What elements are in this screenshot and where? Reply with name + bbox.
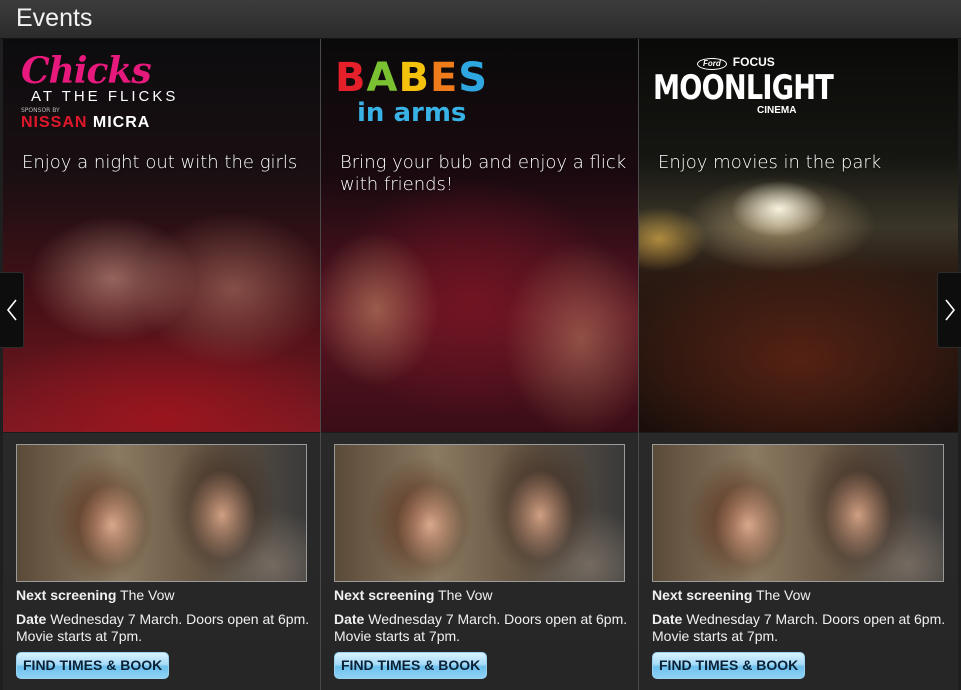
date-label: Date — [334, 611, 365, 627]
date-line: Date Wednesday 7 March. Doors open at 6p… — [334, 611, 634, 628]
date-text: Wednesday 7 March. Doors open at 6pm. — [686, 611, 946, 627]
event-tagline: Enjoy a night out with the girls — [22, 152, 298, 173]
carousel-prev-button[interactable] — [0, 272, 24, 348]
movie-title: The Vow — [120, 587, 175, 603]
event-tagline: Bring your bub and enjoy a flick with fr… — [340, 152, 627, 195]
date-line: Date Wednesday 7 March. Doors open at 6p… — [16, 611, 316, 628]
event-card-chicks-at-the-flicks: Chicks AT THE FLICKS SPONSOR BY NISSAN M… — [3, 39, 321, 690]
chevron-left-icon — [6, 299, 17, 321]
logo-title: BABES — [335, 57, 525, 99]
logo-subtitle: AT THE FLICKS — [31, 88, 179, 105]
next-screening-line: Next screening The Vow — [652, 587, 952, 604]
logo-letter: A — [366, 55, 399, 101]
divider — [321, 432, 638, 433]
logo-letter: B — [335, 55, 367, 101]
movie-thumbnail[interactable] — [652, 444, 944, 582]
date-label: Date — [652, 611, 683, 627]
start-time: Movie starts at 7pm. — [16, 628, 143, 644]
date-line: Date Wednesday 7 March. Doors open at 6p… — [652, 611, 952, 628]
logo-letter: S — [458, 55, 489, 101]
next-screening-label: Next screening — [334, 587, 435, 603]
sponsor-logo: NISSAN MICRA — [21, 114, 191, 132]
date-text: Wednesday 7 March. Doors open at 6pm. — [50, 611, 310, 627]
logo-letter: B — [398, 55, 430, 101]
divider — [639, 432, 958, 433]
movie-title: The Vow — [438, 587, 493, 603]
moonlight-cinema-logo: Ford FOCUS MOONLIGHT CINEMA — [653, 55, 834, 116]
events-carousel: Chicks AT THE FLICKS SPONSOR BY NISSAN M… — [3, 39, 958, 690]
screening-info: Next screening The Vow Date Wednesday 7 … — [334, 587, 634, 645]
screening-info: Next screening The Vow Date Wednesday 7 … — [16, 587, 316, 645]
logo-title: MOONLIGHT — [653, 68, 834, 108]
next-screening-line: Next screening The Vow — [16, 587, 316, 604]
chevron-right-icon — [944, 299, 955, 321]
next-screening-label: Next screening — [16, 587, 117, 603]
page-title: Events — [16, 4, 93, 32]
next-screening-line: Next screening The Vow — [334, 587, 634, 604]
sponsor-brand: NISSAN — [21, 114, 88, 131]
chicks-at-the-flicks-logo: Chicks AT THE FLICKS SPONSOR BY NISSAN M… — [21, 53, 191, 132]
event-tagline: Enjoy movies in the park — [658, 152, 882, 173]
divider — [3, 432, 320, 433]
logo-letter: E — [429, 55, 459, 101]
event-hero-image[interactable]: Ford FOCUS MOONLIGHT CINEMA Enjoy movies … — [639, 39, 958, 432]
event-card-moonlight-cinema: Ford FOCUS MOONLIGHT CINEMA Enjoy movies … — [639, 39, 958, 690]
sponsor-model: FOCUS — [732, 55, 775, 69]
next-screening-label: Next screening — [652, 587, 753, 603]
event-card-babes-in-arms: BABES in arms Bring your bub and enjoy a… — [321, 39, 639, 690]
date-text: Wednesday 7 March. Doors open at 6pm. — [368, 611, 628, 627]
find-times-book-button[interactable]: FIND TIMES & BOOK — [16, 652, 170, 679]
logo-title: Chicks — [21, 50, 152, 92]
find-times-book-button[interactable]: FIND TIMES & BOOK — [652, 652, 806, 679]
carousel-next-button[interactable] — [937, 272, 961, 348]
event-hero-image[interactable]: BABES in arms Bring your bub and enjoy a… — [321, 39, 638, 432]
babes-in-arms-logo: BABES in arms — [335, 57, 525, 127]
sponsor-model: MICRA — [92, 114, 151, 131]
start-time: Movie starts at 7pm. — [652, 628, 779, 644]
date-label: Date — [16, 611, 47, 627]
screening-info: Next screening The Vow Date Wednesday 7 … — [652, 587, 952, 645]
event-hero-image[interactable]: Chicks AT THE FLICKS SPONSOR BY NISSAN M… — [3, 39, 320, 432]
logo-subtitle: in arms — [357, 98, 467, 128]
events-header: Events — [0, 0, 961, 39]
find-times-book-button[interactable]: FIND TIMES & BOOK — [334, 652, 488, 679]
movie-title: The Vow — [756, 587, 811, 603]
start-time: Movie starts at 7pm. — [334, 628, 461, 644]
movie-thumbnail[interactable] — [334, 444, 625, 582]
movie-thumbnail[interactable] — [16, 444, 307, 582]
